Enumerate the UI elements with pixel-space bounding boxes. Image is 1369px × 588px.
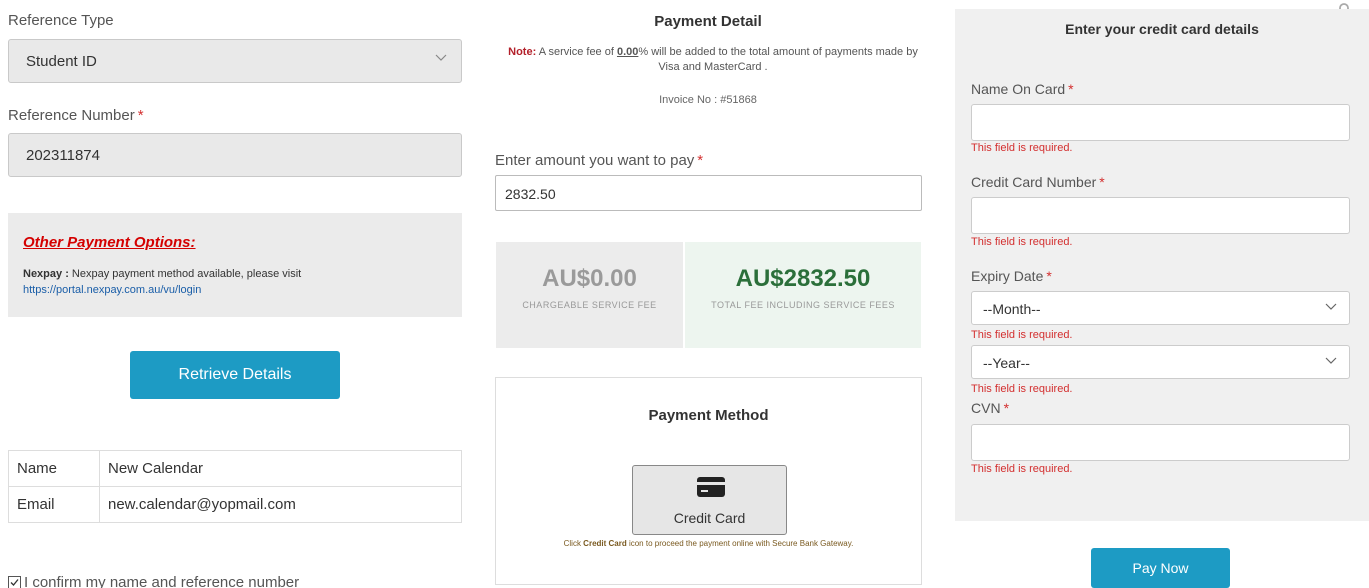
amount-input[interactable]: 2832.50	[495, 175, 922, 211]
month-value: --Month--	[983, 301, 1041, 317]
payment-method-box: Payment Method Credit Card Click Credit …	[495, 377, 922, 585]
chevron-down-icon	[435, 54, 447, 64]
hint-post: icon to proceed the payment online with …	[626, 539, 854, 548]
retrieve-details-button[interactable]: Retrieve Details	[130, 351, 340, 399]
reference-type-select[interactable]: Student ID	[8, 39, 462, 83]
amount-value: 2832.50	[505, 186, 556, 202]
required-mark: *	[1046, 268, 1052, 284]
reference-number-label-text: Reference Number	[8, 107, 135, 124]
amount-label-text: Enter amount you want to pay	[495, 152, 695, 169]
note-pre: A service fee of	[536, 46, 617, 58]
confirm-row: I confirm my name and reference number	[8, 574, 299, 588]
expiry-year-select[interactable]: --Year--	[971, 345, 1350, 379]
chevron-down-icon	[1325, 357, 1337, 367]
credit-card-label: Credit Card	[673, 510, 746, 526]
invoice-number: Invoice No : #51868	[659, 94, 757, 106]
note-post: % will be added to the total amount of p…	[638, 46, 918, 73]
nexpay-label: Nexpay :	[23, 268, 69, 280]
hint-bold: Credit Card	[583, 539, 627, 548]
required-mark: *	[137, 107, 144, 124]
amount-label: Enter amount you want to pay *	[495, 152, 703, 169]
note-label: Note:	[508, 46, 537, 58]
nexpay-link[interactable]: https://portal.nexpay.com.au/vu/login	[23, 284, 201, 296]
note-percent: 0.00	[616, 46, 639, 58]
reference-number-input[interactable]: 202311874	[8, 133, 462, 177]
total-fee-caption: TOTAL FEE INCLUDING SERVICE FEES	[711, 300, 895, 310]
confirm-checkbox[interactable]	[8, 576, 21, 588]
service-fee-note: Note: A service fee of 0.00% will be add…	[504, 45, 922, 75]
table-row: Name New Calendar	[8, 450, 462, 487]
card-number-input[interactable]	[971, 197, 1350, 234]
nexpay-info: Nexpay : Nexpay payment method available…	[23, 266, 453, 298]
table-row: Email new.calendar@yopmail.com	[8, 486, 462, 523]
service-fee-card: AU$0.00 CHARGEABLE SERVICE FEE	[496, 242, 683, 348]
pay-now-button[interactable]: Pay Now	[1091, 548, 1230, 588]
other-payment-options: Other Payment Options: Nexpay : Nexpay p…	[8, 213, 462, 317]
service-fee-caption: CHARGEABLE SERVICE FEE	[522, 300, 657, 310]
name-on-card-label: Name On Card *	[971, 81, 1074, 97]
info-key: Name	[8, 450, 100, 487]
required-mark: *	[1099, 174, 1105, 190]
info-key: Email	[8, 486, 100, 523]
reference-type-value: Student ID	[26, 53, 97, 70]
total-fee-card: AU$2832.50 TOTAL FEE INCLUDING SERVICE F…	[685, 242, 921, 348]
credit-card-button[interactable]: Credit Card	[632, 465, 787, 535]
credit-card-title: Enter your credit card details	[1065, 21, 1259, 37]
required-mark: *	[697, 152, 704, 169]
payment-detail-panel: Payment Detail Note: A service fee of 0.…	[494, 0, 922, 588]
year-error: This field is required.	[971, 383, 1073, 395]
expiry-date-label: Expiry Date *	[971, 268, 1052, 284]
payment-detail-title: Payment Detail	[654, 13, 762, 30]
year-value: --Year--	[983, 355, 1030, 371]
card-number-error: This field is required.	[971, 236, 1073, 248]
total-fee-amount: AU$2832.50	[735, 265, 871, 292]
confirm-label: I confirm my name and reference number	[24, 574, 300, 588]
cvn-label-text: CVN	[971, 400, 1001, 416]
credit-card-icon	[696, 476, 726, 498]
chevron-down-icon	[1325, 303, 1337, 313]
info-value: New Calendar	[99, 450, 462, 487]
reference-type-label: Reference Type	[8, 12, 114, 29]
nexpay-text: Nexpay payment method available, please …	[68, 268, 302, 280]
credit-card-panel: Enter your credit card details Name On C…	[955, 9, 1369, 521]
student-info-table: Name New Calendar Email new.calendar@yop…	[8, 450, 462, 523]
reference-number-label: Reference Number *	[8, 107, 144, 124]
required-mark: *	[1068, 81, 1074, 97]
card-number-label-text: Credit Card Number	[971, 174, 1097, 190]
card-number-label: Credit Card Number *	[971, 174, 1105, 190]
name-on-card-label-text: Name On Card	[971, 81, 1066, 97]
name-error: This field is required.	[971, 142, 1073, 154]
month-error: This field is required.	[971, 329, 1073, 341]
payment-hint: Click Credit Card icon to proceed the pa…	[496, 539, 921, 548]
other-options-title: Other Payment Options:	[23, 234, 196, 251]
payment-method-title: Payment Method	[648, 407, 769, 424]
info-value: new.calendar@yopmail.com	[99, 486, 462, 523]
name-on-card-input[interactable]	[971, 104, 1350, 141]
cvn-input[interactable]	[971, 424, 1350, 461]
cvn-label: CVN *	[971, 400, 1009, 416]
required-mark: *	[1003, 400, 1010, 416]
hint-pre: Click	[563, 539, 584, 548]
reference-panel: Reference Type Student ID Reference Numb…	[0, 0, 470, 588]
expiry-date-label-text: Expiry Date	[971, 268, 1044, 284]
cvn-error: This field is required.	[971, 463, 1073, 475]
reference-number-value: 202311874	[26, 147, 100, 164]
expiry-month-select[interactable]: --Month--	[971, 291, 1350, 325]
service-fee-amount: AU$0.00	[542, 265, 637, 292]
